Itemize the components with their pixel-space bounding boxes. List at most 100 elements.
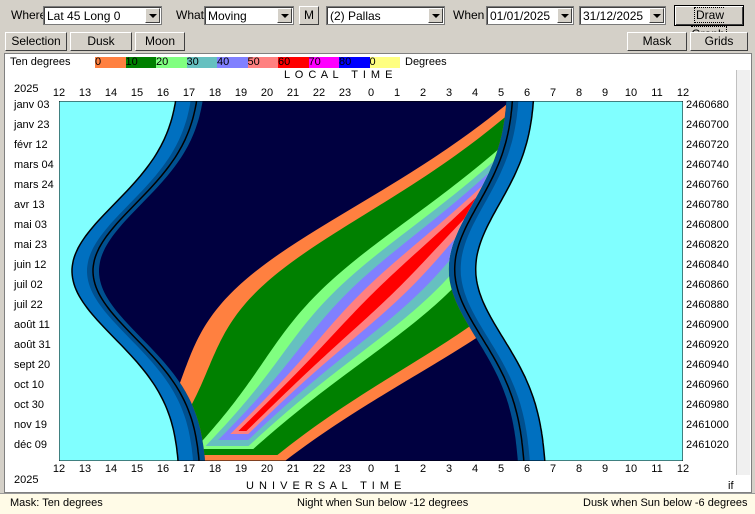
hour-tick-label: 12 (52, 87, 66, 99)
julian-label: 2460780 (686, 199, 729, 211)
chevron-down-icon[interactable] (428, 8, 443, 23)
legend-value: 0 (369, 56, 376, 68)
date-label: janv 23 (14, 119, 50, 131)
hour-tick-label: 6 (523, 463, 531, 475)
date-label: févr 12 (14, 139, 48, 151)
what-select[interactable]: Moving (204, 6, 294, 25)
date-label: nov 19 (14, 419, 48, 431)
date-label: août 31 (14, 339, 51, 351)
hour-tick-label: 2 (419, 463, 427, 475)
hour-tick-label: 23 (338, 87, 352, 99)
date-label: janv 03 (14, 99, 50, 111)
legend-value: 30 (186, 56, 199, 68)
hour-tick-label: 21 (286, 87, 300, 99)
date-from-field[interactable]: 01/01/2025 (486, 6, 574, 25)
hour-tick-label: 11 (651, 463, 663, 475)
draw-graph-button[interactable]: Draw Graph (674, 5, 744, 42)
what-label: What (176, 8, 205, 22)
hour-tick-label: 0 (367, 87, 375, 99)
mask-button[interactable]: Mask (627, 32, 687, 51)
hour-tick-label: 19 (234, 463, 248, 475)
universal-time-title: U N I V E R S A L T I M E (246, 480, 403, 492)
hour-tick-label: 10 (624, 87, 638, 99)
date-label: mars 24 (14, 179, 54, 191)
hour-tick-label: 18 (208, 463, 222, 475)
hour-tick-label: 4 (471, 463, 479, 475)
hour-tick-label: 23 (338, 463, 352, 475)
date-label: oct 30 (14, 399, 44, 411)
hour-tick-label: 8 (575, 463, 583, 475)
chevron-down-icon[interactable] (649, 8, 664, 23)
hour-tick-label: 5 (497, 463, 505, 475)
hour-tick-label: 0 (367, 463, 375, 475)
julian-label: 2460700 (686, 119, 729, 131)
hour-tick-label: 22 (312, 87, 326, 99)
julian-label: 2460860 (686, 279, 729, 291)
hour-tick-label: 22 (312, 463, 326, 475)
date-from-value: 01/01/2025 (490, 9, 551, 23)
chevron-down-icon[interactable] (145, 8, 160, 23)
hour-tick-label: 5 (497, 87, 505, 99)
julian-label: 2460800 (686, 219, 729, 231)
julian-label: 2460740 (686, 159, 729, 171)
chevron-down-icon[interactable] (277, 8, 292, 23)
hour-tick-label: 20 (260, 463, 274, 475)
dusk-button[interactable]: Dusk (70, 32, 132, 51)
where-value: Lat 45 Long 0 (47, 9, 121, 23)
hour-tick-label: 19 (234, 87, 248, 99)
date-to-field[interactable]: 31/12/2025 (579, 6, 666, 25)
julian-label: 2460920 (686, 339, 729, 351)
vertical-scrollbar[interactable] (736, 70, 750, 475)
legend-value: 0 (95, 56, 102, 68)
when-label: When (453, 8, 485, 22)
date-label: sept 20 (14, 359, 51, 371)
hour-tick-label: 3 (445, 87, 453, 99)
date-label: juil 02 (14, 279, 43, 291)
hour-tick-label: 16 (156, 87, 170, 99)
hour-tick-label: 17 (182, 463, 196, 475)
julian-label: 2460840 (686, 259, 729, 271)
julian-label: 2460960 (686, 379, 729, 391)
hour-tick-label: 8 (575, 87, 583, 99)
julian-label: 2461000 (686, 419, 729, 431)
chevron-down-icon[interactable] (557, 8, 572, 23)
year-bottom: 2025 (14, 474, 39, 486)
grids-button[interactable]: Grids (690, 32, 748, 51)
hour-tick-label: 18 (208, 87, 222, 99)
object-select[interactable]: (2) Pallas (326, 6, 445, 25)
legend-value: 50 (247, 56, 260, 68)
hour-tick-label: 14 (104, 463, 118, 475)
selection-button[interactable]: Selection (5, 32, 67, 51)
julian-label: 2460760 (686, 179, 729, 191)
hour-tick-label: 4 (471, 87, 479, 99)
legend-value: 20 (156, 56, 169, 68)
hour-tick-label: 13 (78, 87, 92, 99)
hour-tick-label: 11 (651, 87, 663, 99)
julian-label: 2460720 (686, 139, 729, 151)
legend-label: Ten degrees (10, 56, 71, 68)
hour-tick-label: 7 (549, 87, 557, 99)
hour-tick-label: 13 (78, 463, 92, 475)
where-select[interactable]: Lat 45 Long 0 (43, 6, 162, 25)
m-button[interactable]: M (299, 6, 319, 25)
julian-label: 2460940 (686, 359, 729, 371)
object-value: (2) Pallas (330, 9, 381, 23)
hour-tick-label: 1 (393, 87, 401, 99)
visibility-chart[interactable] (59, 101, 683, 461)
hour-tick-label: 15 (130, 463, 144, 475)
hour-tick-label: 12 (676, 463, 690, 475)
corner-label: if (728, 480, 734, 492)
hour-tick-label: 1 (393, 463, 401, 475)
what-value: Moving (208, 9, 247, 23)
date-label: avr 13 (14, 199, 45, 211)
hour-tick-label: 20 (260, 87, 274, 99)
moon-button[interactable]: Moon (135, 32, 185, 51)
local-time-title: L O C A L T I M E (284, 69, 394, 81)
date-label: oct 10 (14, 379, 44, 391)
hour-tick-label: 10 (624, 463, 638, 475)
legend-value: 40 (217, 56, 230, 68)
julian-label: 2460980 (686, 399, 729, 411)
date-label: mai 23 (14, 239, 48, 251)
status-mask: Mask: Ten degrees (10, 497, 103, 509)
hour-tick-label: 15 (130, 87, 144, 99)
